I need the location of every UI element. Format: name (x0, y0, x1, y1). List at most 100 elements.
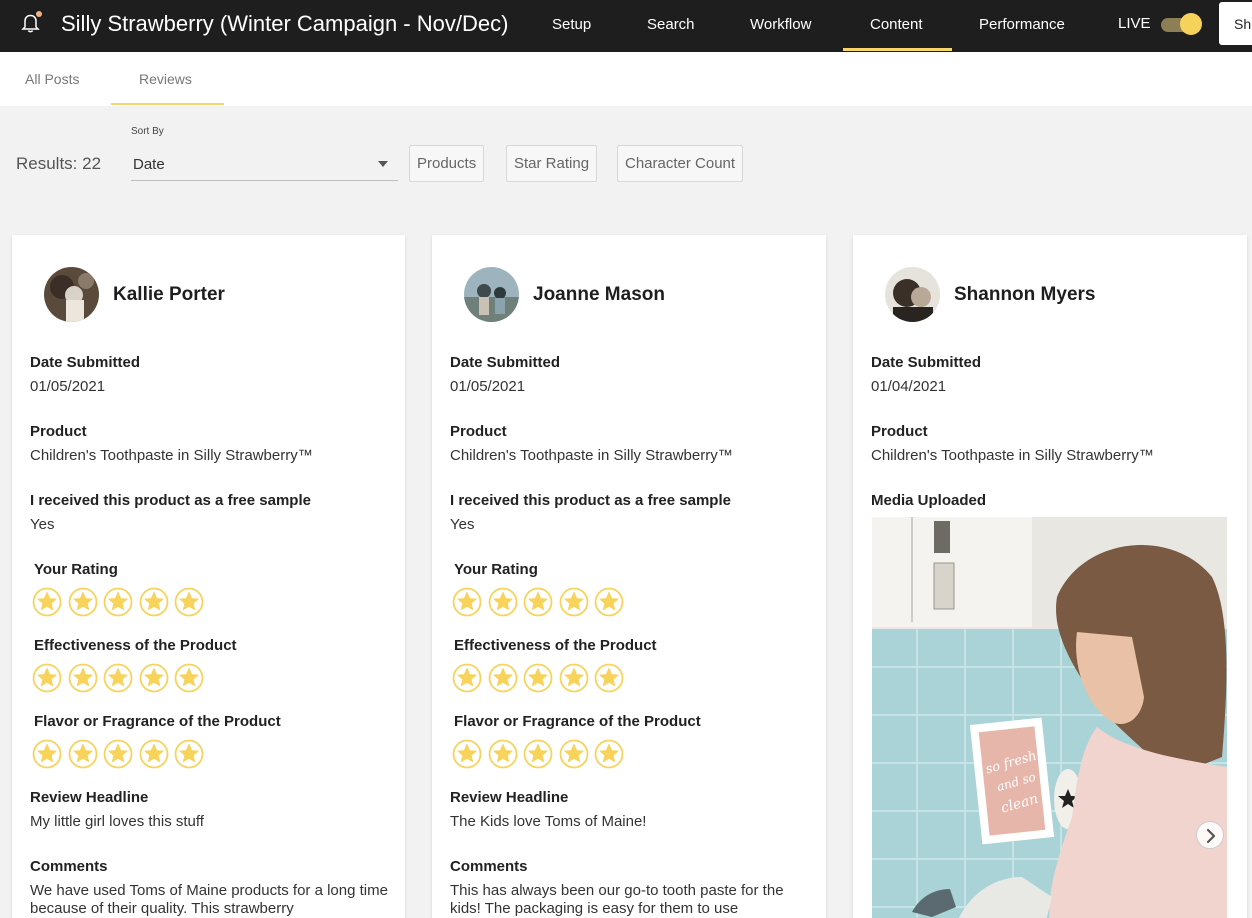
flavor-stars (452, 739, 624, 769)
sort-by-select[interactable]: Date (131, 147, 398, 181)
star-icon (174, 663, 204, 693)
product-value: Children's Toothpaste in Silly Strawberr… (871, 447, 1154, 464)
star-icon (452, 587, 482, 617)
top-bar: Silly Strawberry (Winter Campaign - Nov/… (0, 0, 1252, 52)
date-submitted-label: Date Submitted (450, 354, 561, 371)
effectiveness-stars (32, 663, 204, 693)
nav-workflow[interactable]: Workflow (750, 16, 811, 33)
live-toggle[interactable] (1160, 13, 1202, 35)
star-icon (452, 663, 482, 693)
free-sample-label: I received this product as a free sample (30, 492, 311, 509)
star-icon (139, 663, 168, 693)
live-label: LIVE (1118, 15, 1151, 32)
star-icon (103, 587, 133, 617)
uploaded-media-image[interactable]: so fresh and so clean (872, 517, 1227, 918)
comments-label: Comments (450, 858, 528, 875)
star-icon (103, 663, 133, 693)
star-icon (523, 739, 553, 769)
star-icon (68, 739, 97, 769)
sort-by-label: Sort By (131, 126, 164, 137)
star-icon (523, 587, 553, 617)
your-rating-stars (452, 587, 624, 617)
star-icon (32, 663, 62, 693)
star-icon (559, 663, 588, 693)
media-uploaded-label: Media Uploaded (871, 492, 987, 509)
product-label: Product (871, 423, 928, 440)
media-next-button[interactable] (1196, 821, 1224, 849)
star-icon (594, 587, 624, 617)
review-card: Shannon Myers Date Submitted 01/04/2021 … (853, 235, 1247, 918)
your-rating-label: Your Rating (34, 561, 118, 578)
star-icon (594, 739, 624, 769)
your-rating-label: Your Rating (454, 561, 538, 578)
filter-character-count-button[interactable]: Character Count (617, 145, 744, 182)
results-count: Results: 22 (16, 154, 102, 173)
review-headline-label: Review Headline (30, 789, 149, 806)
active-nav-indicator (843, 48, 952, 51)
star-icon (32, 587, 62, 617)
product-value: Children's Toothpaste in Silly Strawberr… (450, 447, 733, 464)
effectiveness-label: Effectiveness of the Product (34, 637, 237, 654)
chevron-right-icon (1206, 828, 1216, 844)
nav-search[interactable]: Search (647, 16, 695, 33)
star-icon (103, 739, 133, 769)
star-icon (559, 739, 588, 769)
star-icon (68, 663, 97, 693)
sort-value: Date (133, 156, 165, 173)
comments-value: This has always been our go-to tooth pas… (450, 882, 784, 917)
campaign-title: Silly Strawberry (Winter Campaign - Nov/… (61, 11, 509, 36)
star-icon (174, 739, 204, 769)
free-sample-value: Yes (30, 516, 55, 533)
date-submitted-label: Date Submitted (30, 354, 141, 371)
review-headline-label: Review Headline (450, 789, 569, 806)
date-submitted-value: 01/04/2021 (871, 378, 947, 395)
nav-content[interactable]: Content (870, 16, 923, 33)
sub-tabs: All Posts Reviews (0, 52, 1252, 106)
star-icon (488, 739, 517, 769)
review-headline-value: My little girl loves this stuff (30, 813, 204, 830)
review-card: Joanne Mason Date Submitted 01/05/2021 P… (432, 235, 826, 918)
comments-value: We have used Toms of Maine products for … (30, 882, 388, 917)
star-icon (32, 739, 62, 769)
filter-products-button[interactable]: Products (409, 145, 485, 182)
dropdown-caret-icon (378, 161, 388, 167)
avatar (464, 267, 519, 322)
star-icon (594, 663, 624, 693)
notification-bell-icon[interactable] (20, 11, 42, 33)
star-icon (139, 739, 168, 769)
nav-setup[interactable]: Setup (552, 16, 591, 33)
review-card: Kallie Porter Date Submitted 01/05/2021 … (12, 235, 405, 918)
date-submitted-label: Date Submitted (871, 354, 982, 371)
avatar (885, 267, 940, 322)
effectiveness-label: Effectiveness of the Product (454, 637, 657, 654)
date-submitted-value: 01/05/2021 (30, 378, 106, 395)
flavor-label: Flavor or Fragrance of the Product (454, 713, 701, 730)
star-icon (452, 739, 482, 769)
product-label: Product (30, 423, 87, 440)
star-icon (68, 587, 97, 617)
star-icon (523, 663, 553, 693)
filter-star-rating-button[interactable]: Star Rating (506, 145, 598, 182)
effectiveness-stars (452, 663, 624, 693)
reviewer-name: Kallie Porter (113, 284, 225, 305)
nav-performance[interactable]: Performance (979, 16, 1065, 33)
comments-label: Comments (30, 858, 108, 875)
flavor-label: Flavor or Fragrance of the Product (34, 713, 281, 730)
star-icon (488, 587, 517, 617)
toggle-knob (1180, 13, 1202, 35)
free-sample-value: Yes (450, 516, 475, 533)
free-sample-label: I received this product as a free sample (450, 492, 731, 509)
your-rating-stars (32, 587, 204, 617)
avatar (44, 267, 99, 322)
flavor-stars (32, 739, 204, 769)
star-icon (174, 587, 204, 617)
tab-all-posts[interactable]: All Posts (25, 71, 79, 87)
share-button[interactable]: Sh (1219, 2, 1252, 45)
reviewer-name: Shannon Myers (954, 284, 1096, 305)
tab-reviews[interactable]: Reviews (139, 71, 192, 87)
star-icon (488, 663, 517, 693)
review-headline-value: The Kids love Toms of Maine! (450, 813, 647, 830)
star-icon (139, 587, 168, 617)
reviewer-name: Joanne Mason (533, 284, 665, 305)
star-icon (559, 587, 588, 617)
